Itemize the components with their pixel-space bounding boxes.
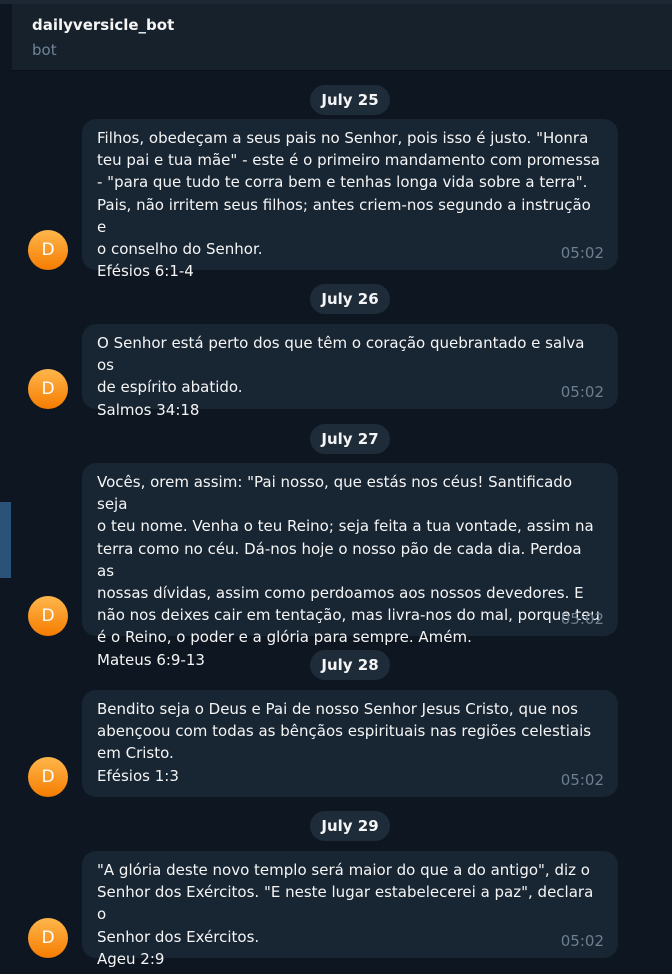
bot-avatar-icon[interactable]: D <box>28 918 68 958</box>
message-bubble[interactable]: Vocês, orem assim: "Pai nosso, que estás… <box>82 463 618 669</box>
message-text: Vocês, orem assim: "Pai nosso, que estás… <box>97 473 600 669</box>
message[interactable]: D Vocês, orem assim: "Pai nosso, que est… <box>28 463 618 669</box>
message-time: 05:02 <box>560 932 604 950</box>
chat-title: dailyversicle_bot <box>32 16 175 34</box>
chat-list-edge <box>0 4 12 974</box>
date-separator: July 25 <box>310 85 390 115</box>
chat-status: bot <box>32 41 57 59</box>
message-text: Filhos, obedeçam a seus pais no Senhor, … <box>97 129 600 281</box>
message[interactable]: D "A glória deste novo templo será maior… <box>28 851 618 968</box>
date-separator: July 27 <box>310 424 390 454</box>
bot-avatar-icon[interactable]: D <box>28 230 68 270</box>
bot-avatar-icon[interactable]: D <box>28 596 68 636</box>
message-text: "A glória deste novo templo será maior d… <box>97 861 594 968</box>
message-bubble[interactable]: Filhos, obedeçam a seus pais no Senhor, … <box>82 119 618 280</box>
telegram-chat-window: dailyversicle_bot bot July 25 D Filhos, … <box>0 0 672 974</box>
message-time: 05:02 <box>560 383 604 401</box>
message[interactable]: D O Senhor está perto dos que têm o cora… <box>28 324 618 419</box>
date-separator: July 28 <box>310 650 390 680</box>
message-bubble[interactable]: "A glória deste novo templo será maior d… <box>82 851 618 968</box>
message-bubble[interactable]: Bendito seja o Deus e Pai de nosso Senho… <box>82 690 618 797</box>
message-list[interactable]: July 25 D Filhos, obedeçam a seus pais n… <box>12 71 672 974</box>
message-text: O Senhor está perto dos que têm o coraçã… <box>97 334 585 419</box>
message-text: Bendito seja o Deus e Pai de nosso Senho… <box>97 700 592 785</box>
message-time: 05:02 <box>560 610 604 628</box>
date-separator: July 29 <box>310 811 390 841</box>
message-bubble[interactable]: O Senhor está perto dos que têm o coraçã… <box>82 324 618 419</box>
selected-chat-indicator[interactable] <box>0 502 11 578</box>
message-time: 05:02 <box>560 771 604 789</box>
message-time: 05:02 <box>560 244 604 262</box>
message[interactable]: D Filhos, obedeçam a seus pais no Senhor… <box>28 119 618 280</box>
date-separator: July 26 <box>310 284 390 314</box>
chat-header[interactable]: dailyversicle_bot bot <box>12 4 672 71</box>
message[interactable]: D Bendito seja o Deus e Pai de nosso Sen… <box>28 690 618 797</box>
bot-avatar-icon[interactable]: D <box>28 757 68 797</box>
bot-avatar-icon[interactable]: D <box>28 369 68 409</box>
